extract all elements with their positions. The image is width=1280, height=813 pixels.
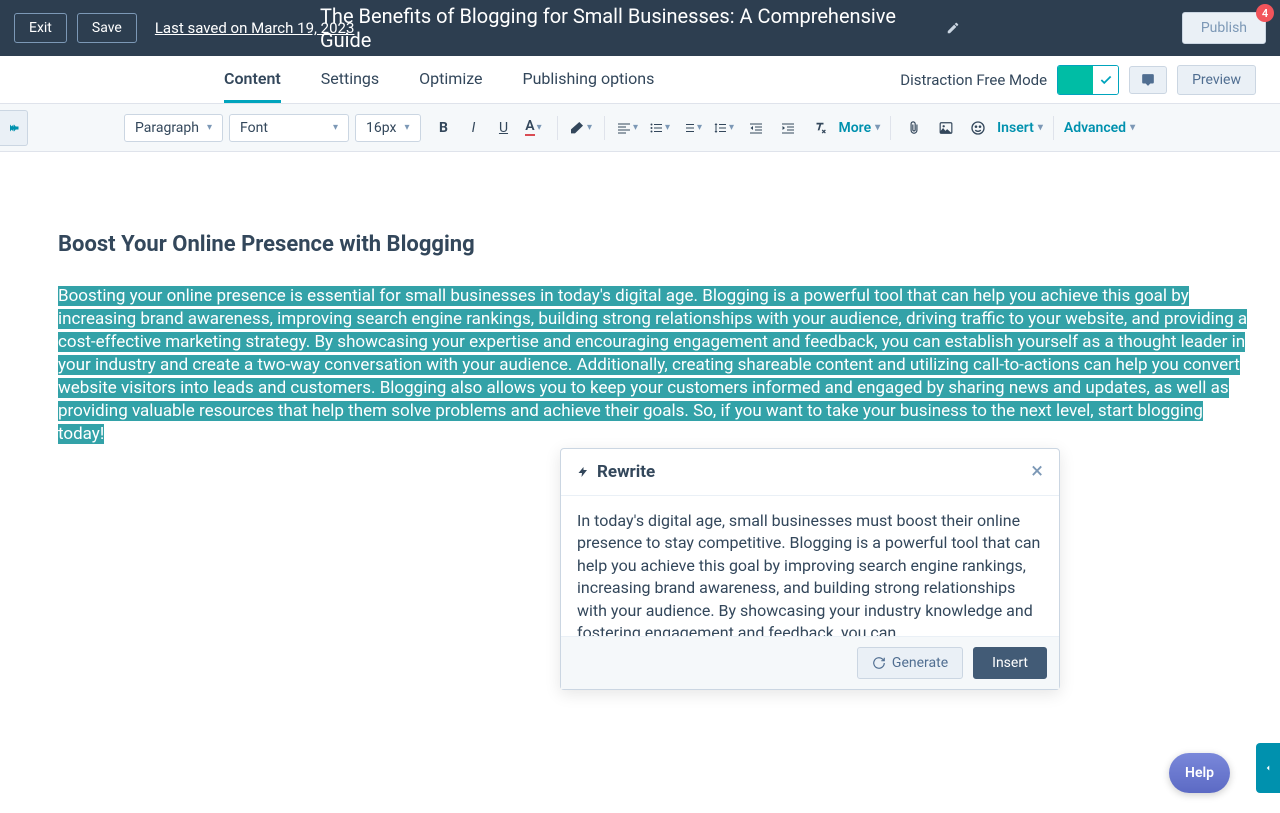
rewrite-title: Rewrite [597, 462, 655, 482]
underline-icon[interactable]: U [491, 115, 517, 141]
notification-badge: 4 [1256, 4, 1274, 22]
title-area: The Benefits of Blogging for Small Busin… [320, 4, 960, 52]
side-panel-toggle[interactable] [1256, 743, 1280, 793]
line-height-icon[interactable]: ▾ [711, 115, 737, 141]
font-select[interactable]: Font ▾ [229, 114, 349, 142]
edit-title-icon[interactable] [946, 21, 960, 35]
toolbar-divider [557, 116, 558, 140]
tab-publishing-options[interactable]: Publishing options [523, 57, 655, 103]
more-dropdown[interactable]: More▾ [839, 120, 881, 136]
bullet-list-icon[interactable]: ▾ [647, 115, 673, 141]
rewrite-footer: Generate Insert [561, 636, 1059, 689]
toolbar-divider [604, 116, 605, 140]
collapse-sidebar-icon[interactable] [0, 110, 28, 146]
emoji-icon[interactable] [965, 115, 991, 141]
text-style-group: B I U A▾ [431, 115, 547, 141]
toolbar-divider [890, 116, 891, 140]
font-size-value: 16px [366, 120, 396, 136]
font-size-select[interactable]: 16px ▾ [355, 114, 420, 142]
lightning-icon [577, 464, 589, 480]
help-button[interactable]: Help [1169, 753, 1230, 793]
text-color-icon[interactable]: A▾ [521, 115, 547, 141]
numbered-list-icon[interactable]: ▾ [679, 115, 705, 141]
save-button[interactable]: Save [77, 13, 137, 43]
bold-icon[interactable]: B [431, 115, 457, 141]
caret-icon: ▾ [333, 122, 338, 133]
top-right-controls: Publish 4 [1182, 12, 1266, 44]
editor-toolbar: Paragraph▾ Font▾ 16px▾ B I U A▾ ▾ ▾ ▾ ▾ … [0, 104, 1280, 152]
insert-button[interactable]: Insert [973, 647, 1047, 679]
toggle-on-segment [1058, 66, 1093, 94]
rewrite-header: Rewrite × [561, 449, 1059, 496]
caret-icon: ▾ [404, 122, 409, 133]
highlight-icon[interactable]: ▾ [568, 115, 594, 141]
generate-button[interactable]: Generate [857, 647, 963, 679]
sub-bar: Content Settings Optimize Publishing opt… [0, 56, 1280, 104]
outdent-icon[interactable] [743, 115, 769, 141]
page-title: The Benefits of Blogging for Small Busin… [320, 4, 934, 52]
distraction-free-toggle[interactable] [1057, 65, 1119, 95]
attachment-icon[interactable] [901, 115, 927, 141]
top-bar: Exit Save Last saved on March 19, 2023 T… [0, 0, 1280, 56]
caret-icon: ▾ [207, 122, 212, 133]
align-icon[interactable]: ▾ [615, 115, 641, 141]
tab-content[interactable]: Content [224, 57, 281, 103]
comments-button[interactable] [1129, 66, 1167, 94]
advanced-dropdown[interactable]: Advanced▾ [1064, 120, 1135, 136]
rewrite-suggestion-text: In today's digital age, small businesses… [561, 496, 1059, 636]
selected-text: Boosting your online presence is essenti… [58, 286, 1247, 444]
indent-icon[interactable] [775, 115, 801, 141]
clear-formatting-icon[interactable] [807, 115, 833, 141]
toolbar-divider [1053, 116, 1054, 140]
paragraph-style-value: Paragraph [135, 120, 199, 136]
main-tabs: Content Settings Optimize Publishing opt… [224, 57, 654, 103]
exit-button[interactable]: Exit [14, 13, 67, 43]
tab-optimize[interactable]: Optimize [419, 57, 482, 103]
preview-button[interactable]: Preview [1177, 65, 1256, 95]
close-icon[interactable]: × [1031, 461, 1043, 483]
sub-bar-right: Distraction Free Mode Preview [900, 65, 1256, 95]
italic-icon[interactable]: I [461, 115, 487, 141]
image-icon[interactable] [933, 115, 959, 141]
toggle-check-icon [1093, 66, 1118, 94]
insert-dropdown[interactable]: Insert▾ [997, 120, 1043, 136]
tab-settings[interactable]: Settings [321, 57, 379, 103]
distraction-free-label: Distraction Free Mode [900, 71, 1047, 89]
document-heading[interactable]: Boost Your Online Presence with Blogging [58, 232, 1250, 257]
publish-button[interactable]: Publish [1182, 12, 1266, 44]
document-paragraph[interactable]: Boosting your online presence is essenti… [58, 285, 1250, 446]
paragraph-style-select[interactable]: Paragraph ▾ [124, 114, 223, 142]
font-value: Font [240, 120, 268, 136]
top-left-controls: Exit Save Last saved on March 19, 2023 [14, 13, 354, 43]
rewrite-panel: Rewrite × In today's digital age, small … [560, 448, 1060, 690]
